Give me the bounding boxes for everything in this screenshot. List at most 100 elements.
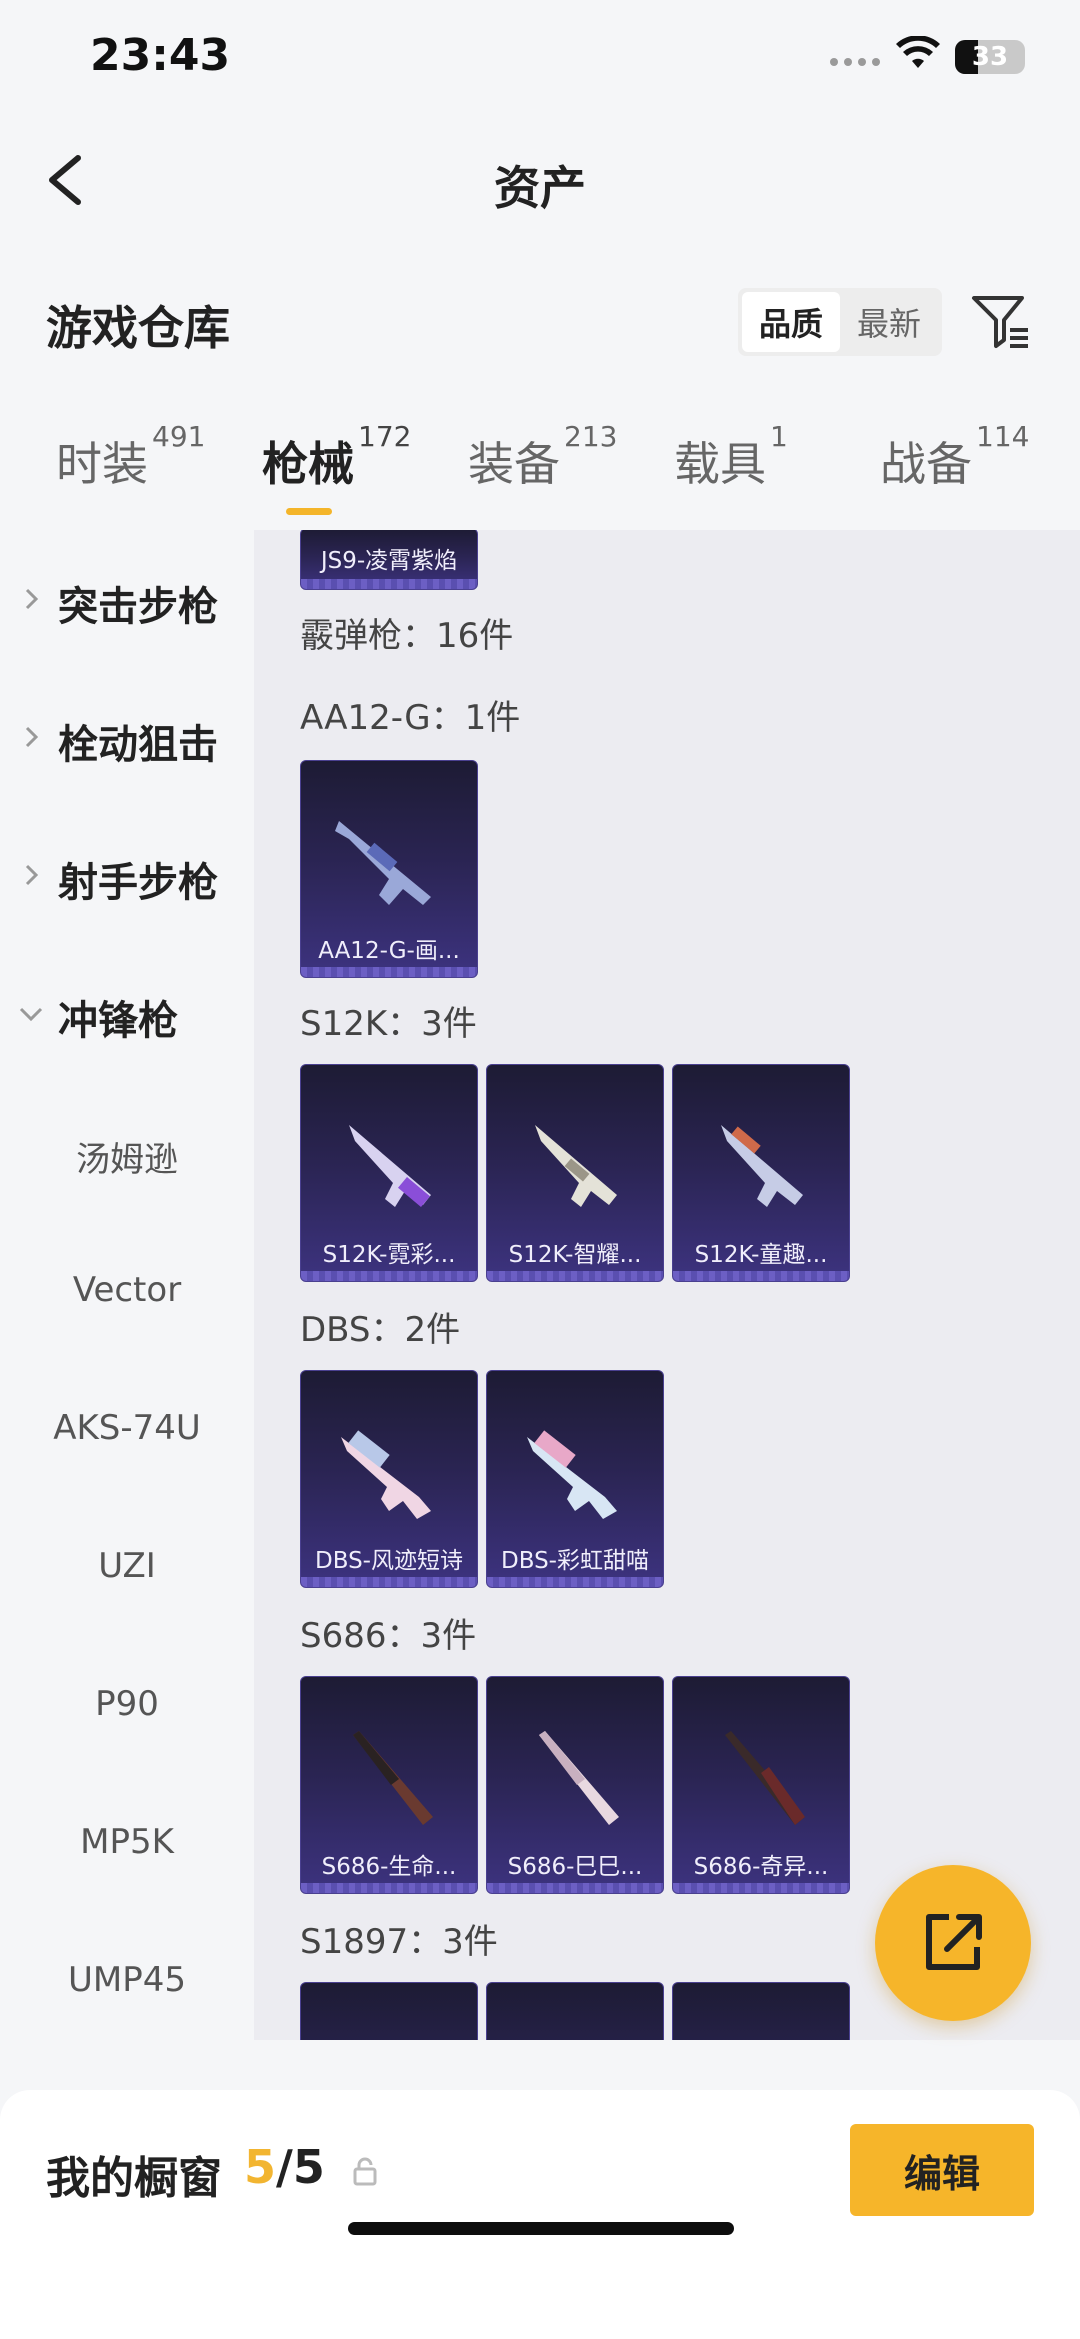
active-tab-indicator [286,508,332,515]
sidebar-subitem[interactable]: 汤姆逊 [0,1132,254,1181]
card-bar [487,1577,663,1587]
chevron-right-icon [25,588,39,610]
tab-label: 战备 [880,437,972,491]
card-bar [301,967,477,977]
showcase-current: 5 [244,2140,277,2194]
group-label: AA12-G：1件 [300,698,521,738]
battery-icon: 33 [955,40,1025,74]
item-card[interactable]: S12K-霓彩... [300,1064,478,1282]
item-card[interactable]: S686-生命... [300,1676,478,1894]
item-name: DBS-彩虹甜喵 [501,1548,649,1574]
sidebar-item-assault-rifle[interactable]: 突击步枪 [0,574,254,632]
sidebar-subitem[interactable]: UMP45 [0,1960,254,2000]
nav-bar: 资产 [0,130,1080,230]
tab-vehicles[interactable]: 载具1 [674,420,788,494]
item-card[interactable]: JS9-凌霄紫焰 [300,530,478,590]
sort-toggle: 品质 最新 [738,288,942,356]
item-name: S12K-童趣... [694,1242,828,1268]
item-list: JS9-凌霄紫焰 霰弹枪：16件 AA12-G：1件 AA12-G-画... S… [254,530,1080,2040]
item-name: S12K-智耀... [508,1242,642,1268]
tab-label: 装备 [468,437,560,491]
section-label: 霰弹枪：16件 [300,616,514,656]
status-time: 23:43 [90,30,231,81]
lock-icon [353,2157,377,2186]
sidebar-subitem[interactable]: Vector [0,1270,254,1310]
item-name: S686-巳巳... [507,1854,643,1880]
sidebar-subitem[interactable]: UZI [0,1546,254,1586]
tab-fashion[interactable]: 时装491 [56,420,205,494]
card-bar [301,579,477,589]
sidebar-item-smg[interactable]: 冲锋枪 [0,988,254,1046]
sort-option-latest[interactable]: 最新 [840,292,938,352]
edit-button[interactable]: 编辑 [850,2124,1034,2216]
sidebar-item-label: 突击步枪 [58,584,218,630]
showcase-count: 5/5 [244,2140,325,2194]
chevron-right-icon [25,726,39,748]
item-name: AA12-G-画... [318,938,460,964]
group-label: DBS：2件 [300,1310,461,1350]
share-button[interactable] [875,1865,1031,2021]
item-card[interactable]: DBS-彩虹甜喵 [486,1370,664,1588]
rifle-icon [335,821,431,905]
card-bar [487,1271,663,1281]
rifle-icon [535,1125,617,1207]
item-card[interactable] [300,1982,478,2040]
item-name: S686-奇异... [693,1854,829,1880]
card-bar [301,1883,477,1893]
tab-count: 213 [564,420,618,453]
card-bar [487,1883,663,1893]
sidebar-item-label: 冲锋枪 [58,998,178,1044]
rifle-icon [721,1125,803,1207]
shotgun-icon [527,1430,617,1519]
item-card[interactable]: S686-奇异... [672,1676,850,1894]
tab-guns[interactable]: 枪械172 [262,420,411,494]
item-card[interactable] [672,1982,850,2040]
group-label: S1897：3件 [300,1922,498,1962]
item-card[interactable]: S12K-智耀... [486,1064,664,1282]
showcase-bar: 我的橱窗 5/5 编辑 [0,2090,1080,2339]
card-bar [301,1577,477,1587]
filter-icon[interactable] [968,290,1032,354]
sort-option-quality[interactable]: 品质 [742,292,840,352]
chevron-down-icon [19,1007,43,1022]
rifle-icon [349,1125,431,1208]
tab-count: 172 [358,420,412,453]
item-card[interactable] [486,1982,664,2040]
card-bar [673,1271,849,1281]
sidebar-item-marksman-rifle[interactable]: 射手步枪 [0,850,254,908]
warehouse-title: 游戏仓库 [46,301,230,355]
sidebar-item-label: 射手步枪 [58,860,218,906]
group-label: S686：3件 [300,1616,477,1656]
shotgun-icon [341,1430,431,1519]
category-tabs: 时装491 枪械172 装备213 载具1 战备114 [0,420,1080,528]
shotgun-icon [725,1731,805,1825]
group-label: S12K：3件 [300,1004,477,1044]
tab-count: 1 [770,420,788,453]
chevron-right-icon [25,864,39,886]
status-bar: 23:43 33 [0,0,1080,120]
item-card[interactable]: S12K-童趣... [672,1064,850,1282]
item-card[interactable]: DBS-风迹短诗 [300,1370,478,1588]
tab-supplies[interactable]: 战备114 [880,420,1029,494]
item-card[interactable]: S686-巳巳... [486,1676,664,1894]
tab-count: 114 [976,420,1030,453]
wifi-icon [896,36,940,68]
tab-equipment[interactable]: 装备213 [468,420,617,494]
showcase-total: /5 [276,2140,325,2194]
tab-label: 时装 [56,437,148,491]
item-name: S686-生命... [321,1854,457,1880]
shotgun-icon [539,1731,619,1825]
shotgun-icon [353,1731,433,1825]
item-card[interactable]: AA12-G-画... [300,760,478,978]
sidebar-item-bolt-sniper[interactable]: 栓动狙击 [0,712,254,770]
sidebar-subitem[interactable]: P90 [0,1684,254,1724]
battery-level: 33 [971,42,1009,72]
sidebar-subitem[interactable]: AKS-74U [0,1408,254,1448]
tab-label: 载具 [674,437,766,491]
page-title: 资产 [494,161,586,215]
tab-count: 491 [152,420,206,453]
item-name: JS9-凌霄紫焰 [320,548,458,574]
card-bar [673,1883,849,1893]
sidebar-subitem[interactable]: MP5K [0,1822,254,1862]
item-name: S12K-霓彩... [322,1242,456,1268]
